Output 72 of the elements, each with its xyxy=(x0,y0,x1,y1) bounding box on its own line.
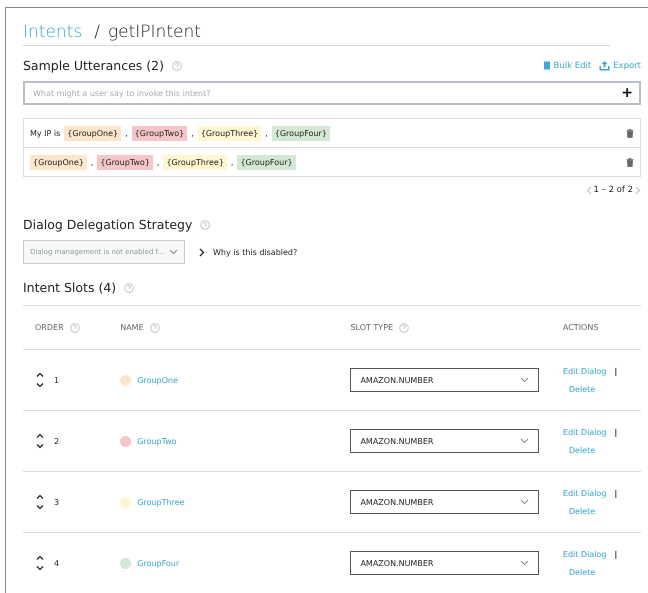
chevron-down-icon xyxy=(520,438,530,444)
chevron-down-icon xyxy=(520,499,530,505)
move-up-button[interactable] xyxy=(36,494,44,499)
column-header: NAME xyxy=(120,323,144,332)
utterance-text: , xyxy=(125,128,128,138)
action-separator: | xyxy=(614,428,618,436)
delete-link[interactable]: Delete xyxy=(568,506,596,516)
slot-name-link[interactable]: GroupOne xyxy=(137,376,178,384)
edit-dialog-link[interactable]: Edit Dialog xyxy=(562,428,606,436)
move-up-button[interactable] xyxy=(36,555,44,560)
delete-link[interactable]: Delete xyxy=(568,384,596,394)
slot-type-select[interactable]: AMAZON.NUMBER xyxy=(350,429,540,453)
bulk-edit-button[interactable]: Bulk Edit xyxy=(542,60,592,70)
slot-tag: {GroupTwo} xyxy=(132,126,188,140)
action-separator: | xyxy=(614,366,618,376)
order-number: 3 xyxy=(54,498,60,506)
move-down-button[interactable] xyxy=(36,505,44,510)
column-header: ACTIONS xyxy=(562,323,598,332)
slot-type-select[interactable]: AMAZON.NUMBER xyxy=(350,551,540,575)
order-number: 2 xyxy=(54,436,60,446)
edit-dialog-link[interactable]: Edit Dialog xyxy=(562,550,606,558)
slot-tag: {GroupThree} xyxy=(198,126,262,140)
upload-icon xyxy=(599,60,610,70)
section-title: Dialog Delegation Strategy xyxy=(23,217,192,232)
edit-dialog-link[interactable]: Edit Dialog xyxy=(562,488,606,498)
trash-icon[interactable] xyxy=(626,128,634,138)
move-up-button[interactable] xyxy=(36,433,44,438)
utterance-text: , xyxy=(191,128,194,138)
move-down-button[interactable] xyxy=(36,383,44,388)
order-number: 1 xyxy=(54,376,60,384)
slot-tag: {GroupFour} xyxy=(237,154,296,170)
pagination-text: 1 – 2 of 2 xyxy=(594,185,633,195)
export-button[interactable]: Export xyxy=(599,60,641,70)
chevron-down-icon xyxy=(520,377,530,383)
slot-name-link[interactable]: GroupFour xyxy=(137,558,180,568)
section-title: Sample Utterances (2) xyxy=(23,58,164,73)
action-separator: | xyxy=(614,550,618,558)
action-separator: | xyxy=(614,488,618,498)
move-down-button[interactable] xyxy=(36,444,44,449)
utterance-text: , xyxy=(265,128,268,138)
column-header: SLOT TYPE xyxy=(350,323,394,332)
slot-tag: {GroupOne} xyxy=(30,154,87,170)
document-icon xyxy=(542,61,550,70)
slot-tag: {GroupFour} xyxy=(272,126,330,140)
slot-tag: {GroupTwo} xyxy=(97,154,153,170)
chevron-right-icon xyxy=(199,248,205,256)
slot-name-link[interactable]: GroupTwo xyxy=(137,436,177,446)
move-down-button[interactable] xyxy=(36,566,44,571)
chevron-down-icon xyxy=(520,560,530,566)
delete-link[interactable]: Delete xyxy=(568,568,596,576)
add-button[interactable]: + xyxy=(621,85,633,101)
order-number: 4 xyxy=(54,558,60,568)
breadcrumb-link[interactable]: Intents xyxy=(23,22,86,42)
slot-name-link[interactable]: GroupThree xyxy=(137,498,184,506)
chevron-down-icon xyxy=(169,249,178,255)
column-header: ORDER xyxy=(35,323,64,332)
slot-type-select[interactable]: AMAZON.NUMBER xyxy=(350,490,540,514)
slot-tag: {GroupThree} xyxy=(163,154,227,170)
utterance-text: , xyxy=(90,158,94,166)
intent-title: getIPIntent xyxy=(108,22,201,42)
move-up-button[interactable] xyxy=(36,372,44,377)
utterance-text: My IP is xyxy=(30,128,60,138)
slot-tag: {GroupOne} xyxy=(64,126,122,140)
breadcrumb-separator: / xyxy=(94,22,100,42)
delete-link[interactable]: Delete xyxy=(568,446,596,454)
utterance-text: , xyxy=(156,158,160,166)
trash-icon[interactable] xyxy=(626,158,634,166)
slot-type-select[interactable]: AMAZON.NUMBER xyxy=(350,368,540,392)
section-title: Intent Slots (4) xyxy=(23,280,116,295)
utterance-text: , xyxy=(230,158,234,166)
edit-dialog-link[interactable]: Edit Dialog xyxy=(562,366,606,376)
utterance-input-field[interactable]: What might a user say to invoke this intent? + xyxy=(23,81,641,105)
